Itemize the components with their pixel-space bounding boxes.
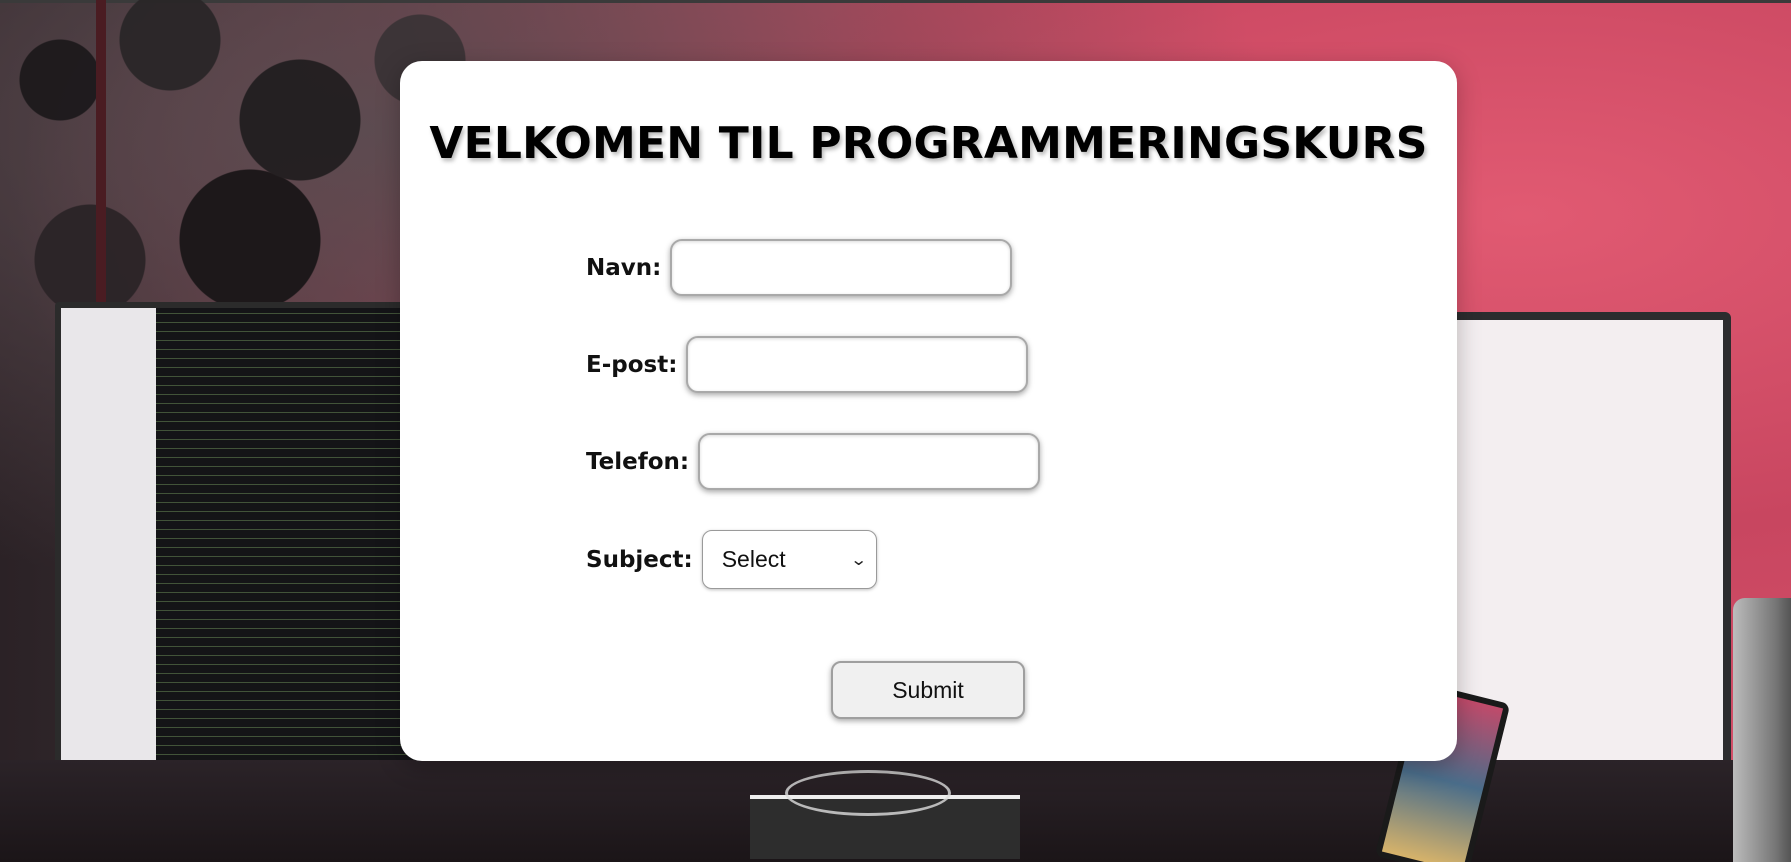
background-earphones xyxy=(785,770,951,816)
phone-row: Telefon: xyxy=(586,433,1041,490)
background-monitor-sidebar xyxy=(61,308,156,768)
background-monitor-code-area xyxy=(156,308,431,768)
email-label: E-post: xyxy=(586,351,678,378)
subject-select[interactable]: Select ⌄ xyxy=(701,530,877,589)
background-plant-stem xyxy=(96,0,106,320)
submit-button[interactable]: Submit xyxy=(831,661,1025,719)
phone-input[interactable] xyxy=(698,433,1041,490)
subject-selected-value: Select xyxy=(721,546,786,572)
chevron-down-icon: ⌄ xyxy=(850,551,868,569)
page-title: VELKOMEN TIL PROGRAMMERINGSKURS xyxy=(429,118,1428,169)
name-row: Navn: xyxy=(586,239,1013,296)
phone-label: Telefon: xyxy=(586,448,690,475)
name-input[interactable] xyxy=(670,239,1013,296)
name-label: Navn: xyxy=(586,254,662,281)
email-input[interactable] xyxy=(686,336,1029,393)
signup-card: VELKOMEN TIL PROGRAMMERINGSKURS Navn: E-… xyxy=(400,61,1457,761)
submit-button-label: Submit xyxy=(892,676,964,703)
subject-label: Subject: xyxy=(586,546,693,573)
subject-row: Subject: Select ⌄ xyxy=(586,530,877,589)
background-computer-tower xyxy=(1733,598,1791,862)
background-monitor-code xyxy=(55,302,437,774)
email-row: E-post: xyxy=(586,336,1029,393)
